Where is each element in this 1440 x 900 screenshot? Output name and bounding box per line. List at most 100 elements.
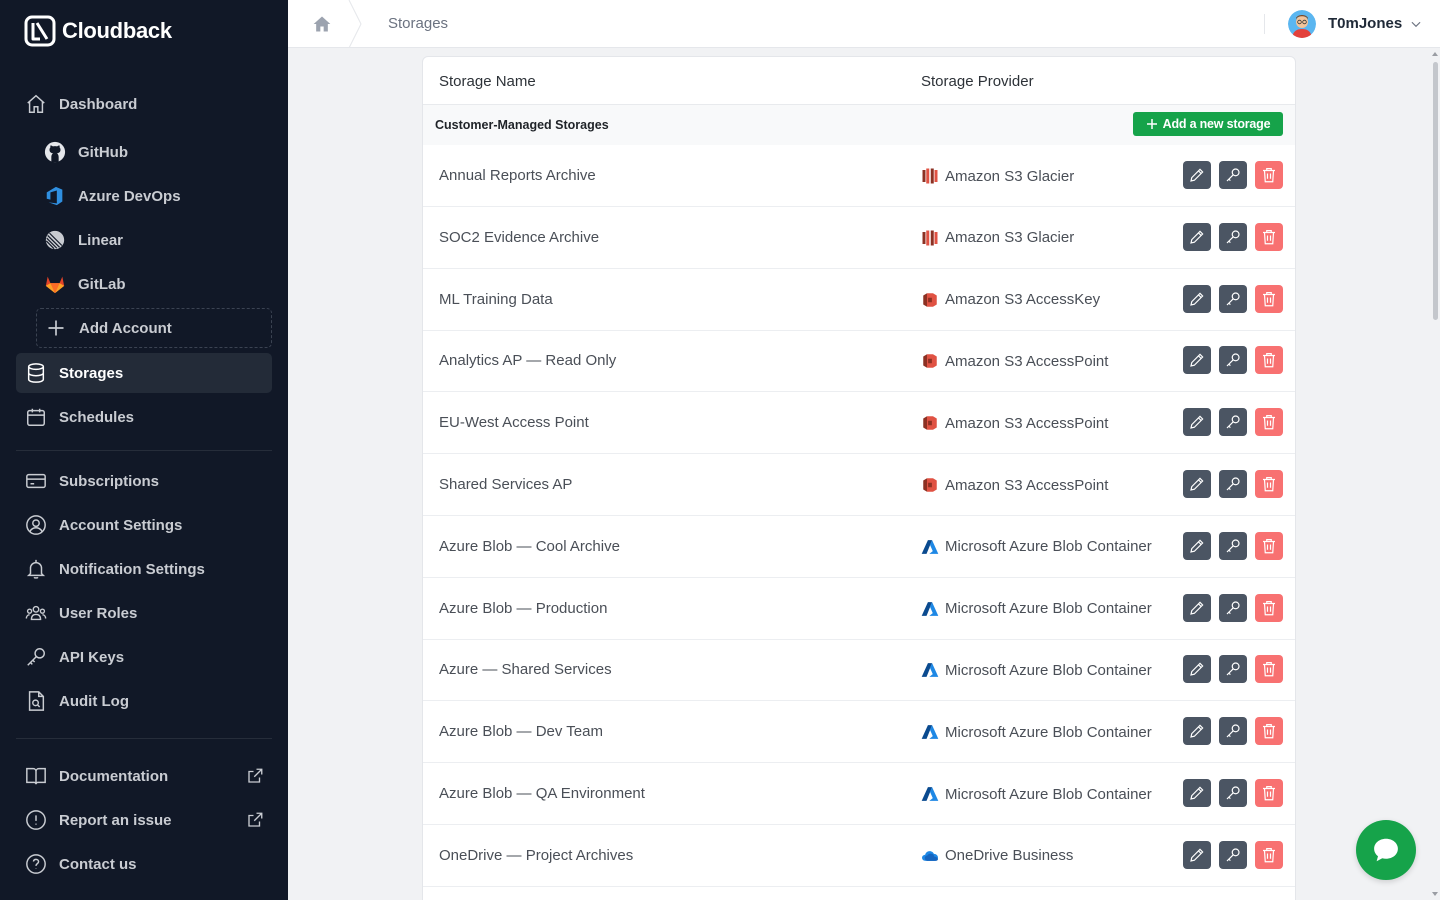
sidebar-item-label: GitHub: [78, 143, 128, 161]
delete-button[interactable]: [1255, 408, 1283, 437]
delete-button[interactable]: [1255, 779, 1283, 807]
edit-button[interactable]: [1183, 408, 1211, 437]
sidebar-item-account-settings[interactable]: Account Settings: [16, 505, 272, 545]
storage-provider-label: Microsoft Azure Blob Container: [945, 600, 1152, 618]
app-logo[interactable]: Cloudback: [24, 15, 172, 47]
edit-button[interactable]: [1183, 346, 1211, 375]
scroll-up-arrow[interactable]: [1432, 52, 1438, 56]
username[interactable]: T0mJones: [1328, 15, 1402, 32]
sidebar-item-audit-log[interactable]: Audit Log: [16, 681, 272, 721]
delete-button[interactable]: [1255, 840, 1283, 869]
table-row: Annual Reports Archive Amazon S3 Glacier: [423, 145, 1295, 207]
home-icon[interactable]: [312, 14, 332, 34]
trash-icon: [1260, 413, 1278, 431]
github-icon: [44, 141, 66, 163]
sidebar-item-gitlab[interactable]: GitLab: [36, 264, 272, 304]
sidebar-item-contact-us[interactable]: Contact us: [16, 844, 272, 884]
sidebar-item-github[interactable]: GitHub: [36, 132, 272, 172]
table-row: Azure Blob — QA Environment Microsoft Azu…: [423, 763, 1295, 825]
sidebar-item-api-keys[interactable]: API Keys: [16, 637, 272, 677]
trash-icon: [1260, 722, 1278, 740]
credentials-button[interactable]: [1219, 161, 1247, 189]
column-header-storage-provider: Storage Provider: [921, 73, 1034, 90]
credentials-button[interactable]: [1219, 408, 1247, 437]
credentials-button[interactable]: [1219, 222, 1247, 251]
edit-button[interactable]: [1183, 655, 1211, 684]
add-account-button[interactable]: Add Account: [36, 308, 272, 348]
gitlab-icon: [44, 273, 66, 295]
credentials-button[interactable]: [1219, 531, 1247, 560]
sidebar-item-user-roles[interactable]: User Roles: [16, 593, 272, 633]
delete-button[interactable]: [1255, 717, 1283, 746]
credentials-button[interactable]: [1219, 593, 1247, 622]
storage-name: OneDrive — Project Archives: [439, 846, 634, 864]
credentials-button[interactable]: [1219, 840, 1247, 869]
sidebar-item-documentation[interactable]: Documentation: [16, 756, 272, 796]
s3-glacier-icon: [921, 229, 939, 247]
top-bar: Storages T0mJones: [288, 0, 1440, 48]
credentials-button[interactable]: [1219, 346, 1247, 375]
azure-devops-icon: [44, 185, 66, 207]
azure-icon: [921, 661, 939, 679]
add-storage-button[interactable]: Add a new storage: [1133, 112, 1283, 136]
edit-button[interactable]: [1183, 593, 1211, 622]
delete-button[interactable]: [1255, 531, 1283, 560]
credentials-button[interactable]: [1219, 655, 1247, 684]
breadcrumb[interactable]: Storages: [388, 15, 448, 32]
sidebar-item-storages[interactable]: Storages: [16, 353, 272, 393]
home-icon: [25, 93, 47, 115]
scroll-thumb[interactable]: [1433, 62, 1438, 320]
edit-button[interactable]: [1183, 840, 1211, 869]
delete-button[interactable]: [1255, 222, 1283, 251]
key-icon: [1224, 722, 1242, 740]
scrollbar[interactable]: [1430, 48, 1440, 900]
edit-button[interactable]: [1183, 470, 1211, 498]
azure-icon: [921, 538, 939, 556]
sidebar-item-label: User Roles: [59, 604, 138, 622]
sidebar-item-label: Contact us: [59, 855, 137, 873]
storage-provider: Microsoft Azure Blob Container: [921, 600, 1152, 618]
sidebar-item-schedules[interactable]: Schedules: [16, 397, 272, 437]
delete-button[interactable]: [1255, 593, 1283, 622]
sidebar-item-dashboard[interactable]: Dashboard: [16, 84, 272, 124]
credentials-button[interactable]: [1219, 470, 1247, 498]
table-row: Shared Services AP Amazon S3 AccessPoint: [423, 454, 1295, 516]
delete-button[interactable]: [1255, 655, 1283, 684]
storage-provider: Amazon S3 Glacier: [921, 229, 1074, 247]
sidebar-item-subscriptions[interactable]: Subscriptions: [16, 461, 272, 501]
sidebar-item-linear[interactable]: Linear: [36, 220, 272, 260]
pencil-icon: [1188, 166, 1206, 184]
storage-provider-label: Microsoft Azure Blob Container: [945, 723, 1152, 741]
storage-name: Azure Blob — Dev Team: [439, 723, 603, 741]
avatar[interactable]: [1288, 10, 1316, 38]
delete-button[interactable]: [1255, 470, 1283, 498]
sidebar-item-report-issue[interactable]: Report an issue: [16, 800, 272, 840]
credentials-button[interactable]: [1219, 284, 1247, 313]
chat-button[interactable]: [1356, 820, 1416, 880]
edit-button[interactable]: [1183, 779, 1211, 807]
pencil-icon: [1188, 290, 1206, 308]
edit-button[interactable]: [1183, 531, 1211, 560]
storage-name: Azure Blob — Production: [439, 599, 608, 617]
sidebar-divider: [16, 450, 272, 451]
key-icon: [1224, 166, 1242, 184]
sidebar-item-notification-settings[interactable]: Notification Settings: [16, 549, 272, 589]
delete-button[interactable]: [1255, 161, 1283, 189]
edit-button[interactable]: [1183, 284, 1211, 313]
storage-provider: Amazon S3 AccessPoint: [921, 414, 1108, 432]
key-icon: [1224, 537, 1242, 555]
sidebar-item-azure-devops[interactable]: Azure DevOps: [36, 176, 272, 216]
chevron-down-icon[interactable]: [1409, 17, 1423, 31]
pencil-icon: [1188, 475, 1206, 493]
delete-button[interactable]: [1255, 284, 1283, 313]
edit-button[interactable]: [1183, 222, 1211, 251]
credentials-button[interactable]: [1219, 779, 1247, 807]
edit-button[interactable]: [1183, 161, 1211, 189]
storage-provider-label: Microsoft Azure Blob Container: [945, 785, 1152, 803]
delete-button[interactable]: [1255, 346, 1283, 375]
edit-button[interactable]: [1183, 717, 1211, 746]
key-icon: [1224, 660, 1242, 678]
credentials-button[interactable]: [1219, 717, 1247, 746]
database-icon: [25, 362, 47, 384]
scroll-down-arrow[interactable]: [1432, 892, 1438, 896]
